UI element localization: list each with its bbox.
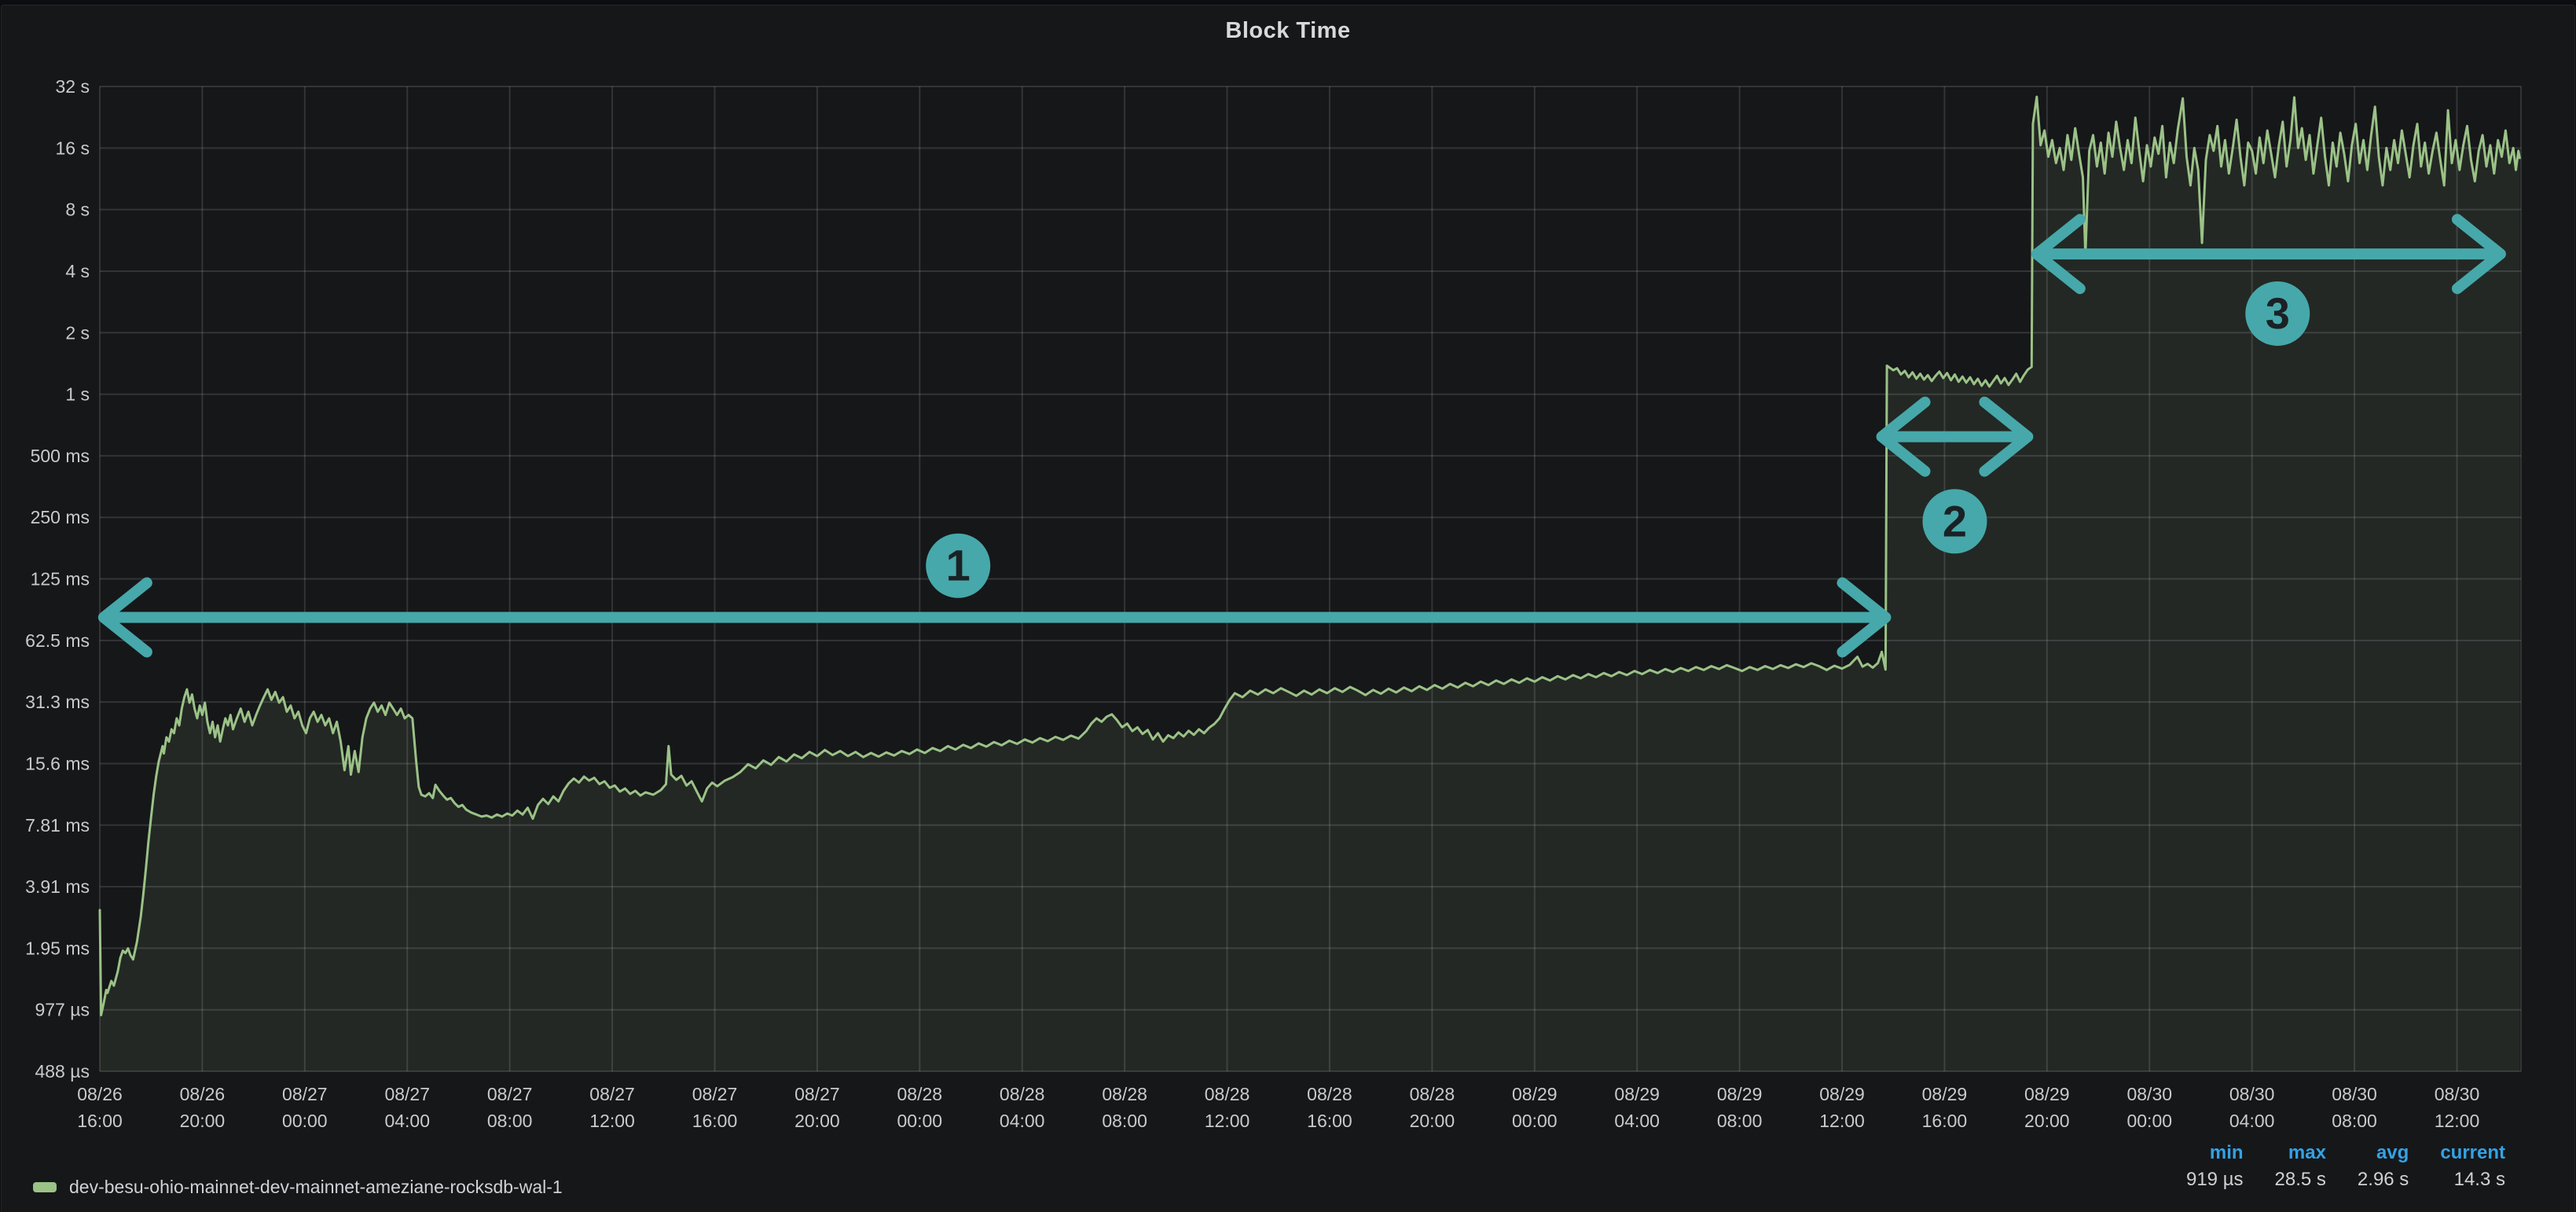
x-tick-label-date: 08/29 bbox=[1614, 1084, 1660, 1104]
x-tick-label-date: 08/30 bbox=[2229, 1084, 2275, 1104]
x-tick-label-time: 12:00 bbox=[1205, 1111, 1250, 1131]
stat-value-current: 14.3 s bbox=[2454, 1169, 2505, 1191]
y-tick-label: 2 s bbox=[65, 322, 90, 343]
x-tick-label-date: 08/27 bbox=[384, 1084, 430, 1104]
stat-header-max[interactable]: max bbox=[2288, 1142, 2326, 1164]
time-series-chart[interactable]: 32 s 16 s 8 s 4 s 2 s 1 s 500 ms 250 ms 125 ms 62… bbox=[2, 6, 2576, 1212]
x-tick-label-date: 08/26 bbox=[180, 1084, 226, 1104]
y-tick-label: 4 s bbox=[65, 261, 90, 281]
x-tick-label-date: 08/27 bbox=[589, 1084, 635, 1104]
stat-value-avg: 2.96 s bbox=[2358, 1169, 2409, 1191]
block-time-panel: Block Time 32 s16 s8 s4 s2 s1 s500 ms250… bbox=[1, 5, 2575, 1212]
x-tick-label-date: 08/27 bbox=[487, 1084, 533, 1104]
x-tick-label-date: 08/27 bbox=[282, 1084, 328, 1104]
x-tick-label-time: 16:00 bbox=[1307, 1111, 1352, 1131]
y-tick-label: 7.81 ms bbox=[25, 815, 90, 836]
x-tick-label-time: 20:00 bbox=[794, 1111, 840, 1131]
x-tick-label-date: 08/29 bbox=[1512, 1084, 1558, 1104]
x-tick-label-date: 08/29 bbox=[1819, 1084, 1865, 1104]
x-tick-label-time: 08:00 bbox=[1102, 1111, 1147, 1131]
x-tick-label-date: 08/28 bbox=[1307, 1084, 1352, 1104]
x-tick-label-time: 08:00 bbox=[1717, 1111, 1763, 1131]
x-tick-label-time: 12:00 bbox=[589, 1111, 635, 1131]
y-tick-label: 15.6 ms bbox=[25, 753, 90, 773]
x-tick-label-time: 00:00 bbox=[897, 1111, 943, 1131]
x-tick-label-date: 08/28 bbox=[897, 1084, 943, 1104]
x-tick-label-time: 16:00 bbox=[692, 1111, 738, 1131]
x-tick-label-time: 04:00 bbox=[1614, 1111, 1660, 1131]
y-tick-label: 3.91 ms bbox=[25, 876, 90, 897]
x-tick-label-time: 20:00 bbox=[180, 1111, 226, 1131]
y-tick-label: 125 ms bbox=[31, 569, 90, 589]
grafana-page: Block Time 32 s16 s8 s4 s2 s1 s500 ms250… bbox=[0, 0, 2576, 1212]
stat-header-min[interactable]: min bbox=[2210, 1142, 2244, 1164]
y-tick-label: 32 s bbox=[56, 76, 90, 97]
x-tick-label-date: 08/28 bbox=[1000, 1084, 1045, 1104]
x-tick-label-date: 08/28 bbox=[1102, 1084, 1147, 1104]
x-tick-label-time: 16:00 bbox=[77, 1111, 123, 1131]
x-tick-label-time: 20:00 bbox=[2024, 1111, 2070, 1131]
stat-header-current[interactable]: current bbox=[2440, 1142, 2505, 1164]
annotation-number-3: 3 bbox=[2266, 288, 2290, 338]
y-tick-label: 62.5 ms bbox=[25, 630, 90, 651]
x-tick-label-time: 04:00 bbox=[1000, 1111, 1045, 1131]
annotation-arrow-1 bbox=[104, 583, 1886, 652]
x-tick-label-date: 08/28 bbox=[1410, 1084, 1455, 1104]
stat-value-max: 28.5 s bbox=[2275, 1169, 2326, 1191]
annotation-number-1: 1 bbox=[946, 541, 971, 590]
x-tick-label-date: 08/29 bbox=[1717, 1084, 1763, 1104]
y-tick-label: 1 s bbox=[65, 384, 90, 405]
y-tick-label: 8 s bbox=[65, 200, 90, 220]
x-tick-label-time: 12:00 bbox=[1819, 1111, 1865, 1131]
x-tick-label-time: 04:00 bbox=[384, 1111, 430, 1131]
y-tick-label: 500 ms bbox=[31, 446, 90, 466]
legend-row: dev-besu-ohio-mainnet-dev-mainnet-amezia… bbox=[33, 1177, 563, 1198]
legend-stats-table: min max avg current 919 µs 28.5 s 2.96 s… bbox=[2186, 1142, 2505, 1191]
legend-series-label[interactable]: dev-besu-ohio-mainnet-dev-mainnet-amezia… bbox=[69, 1177, 563, 1198]
x-tick-label-date: 08/27 bbox=[692, 1084, 738, 1104]
x-tick-label-date: 08/26 bbox=[77, 1084, 123, 1104]
x-tick-label-time: 20:00 bbox=[1410, 1111, 1455, 1131]
x-tick-label-time: 00:00 bbox=[2126, 1111, 2172, 1131]
x-tick-label-time: 00:00 bbox=[282, 1111, 328, 1131]
x-tick-label-date: 08/29 bbox=[1922, 1084, 1968, 1104]
stat-header-avg[interactable]: avg bbox=[2376, 1142, 2409, 1164]
x-tick-label-time: 16:00 bbox=[1922, 1111, 1968, 1131]
y-tick-label: 250 ms bbox=[31, 507, 90, 527]
x-tick-label-time: 08:00 bbox=[487, 1111, 533, 1131]
y-tick-label: 1.95 ms bbox=[25, 938, 90, 958]
y-tick-label: 488 µs bbox=[35, 1061, 90, 1082]
stat-value-min: 919 µs bbox=[2186, 1169, 2244, 1191]
x-tick-label-time: 12:00 bbox=[2435, 1111, 2480, 1131]
y-tick-label: 977 µs bbox=[35, 1000, 90, 1020]
legend-series-swatch[interactable] bbox=[33, 1182, 57, 1192]
x-tick-label-time: 04:00 bbox=[2229, 1111, 2275, 1131]
x-tick-label-date: 08/28 bbox=[1205, 1084, 1250, 1104]
x-tick-label-date: 08/29 bbox=[2024, 1084, 2070, 1104]
x-tick-label-date: 08/30 bbox=[2435, 1084, 2480, 1104]
annotation-number-2: 2 bbox=[1943, 496, 1967, 545]
series-area bbox=[100, 97, 2519, 1071]
x-tick-label-date: 08/27 bbox=[794, 1084, 840, 1104]
x-tick-label-date: 08/30 bbox=[2126, 1084, 2172, 1104]
y-tick-label: 31.3 ms bbox=[25, 692, 90, 712]
x-tick-label-time: 00:00 bbox=[1512, 1111, 1558, 1131]
y-tick-label: 16 s bbox=[56, 138, 90, 158]
x-tick-label-time: 08:00 bbox=[2332, 1111, 2377, 1131]
x-tick-label-date: 08/30 bbox=[2332, 1084, 2377, 1104]
